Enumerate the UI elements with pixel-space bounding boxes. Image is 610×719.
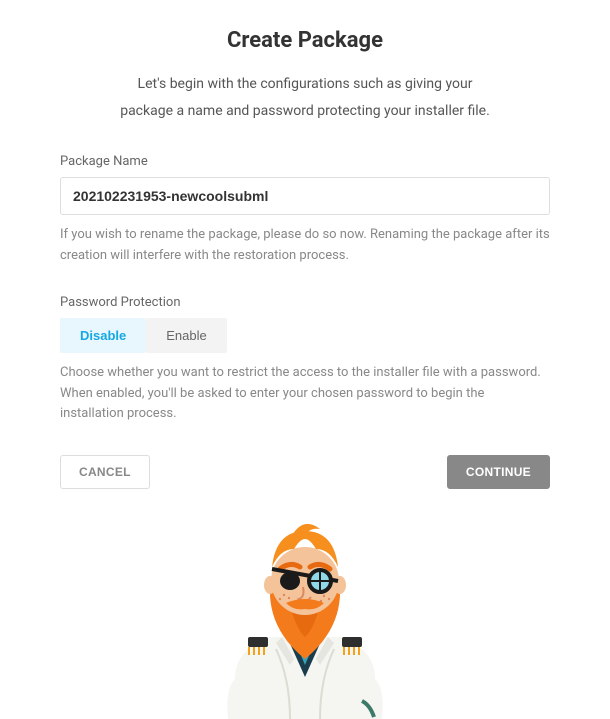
- create-package-panel: Create Package Let's begin with the conf…: [0, 0, 610, 489]
- password-protection-label: Password Protection: [60, 295, 550, 310]
- package-name-input[interactable]: [60, 177, 550, 215]
- password-protection-section: Password Protection Disable Enable Choos…: [60, 295, 550, 425]
- package-name-label: Package Name: [60, 154, 550, 169]
- package-name-section: Package Name If you wish to rename the p…: [60, 154, 550, 267]
- package-name-help: If you wish to rename the package, pleas…: [60, 225, 550, 267]
- subtitle-line-1: Let's begin with the configurations such…: [138, 76, 473, 92]
- password-enable-button[interactable]: Enable: [146, 318, 226, 353]
- cancel-button[interactable]: CANCEL: [60, 455, 150, 489]
- password-toggle-group: Disable Enable: [60, 318, 550, 353]
- page-subtitle: Let's begin with the configurations such…: [60, 71, 550, 124]
- mascot-wrap: [0, 509, 610, 719]
- mascot-illustration: [190, 509, 420, 719]
- page-title: Create Package: [60, 28, 550, 53]
- password-disable-button[interactable]: Disable: [60, 318, 146, 353]
- dialog-actions: CANCEL CONTINUE: [60, 455, 550, 489]
- subtitle-line-2: package a name and password protecting y…: [120, 103, 490, 119]
- password-protection-help: Choose whether you want to restrict the …: [60, 363, 550, 425]
- continue-button[interactable]: CONTINUE: [447, 455, 550, 489]
